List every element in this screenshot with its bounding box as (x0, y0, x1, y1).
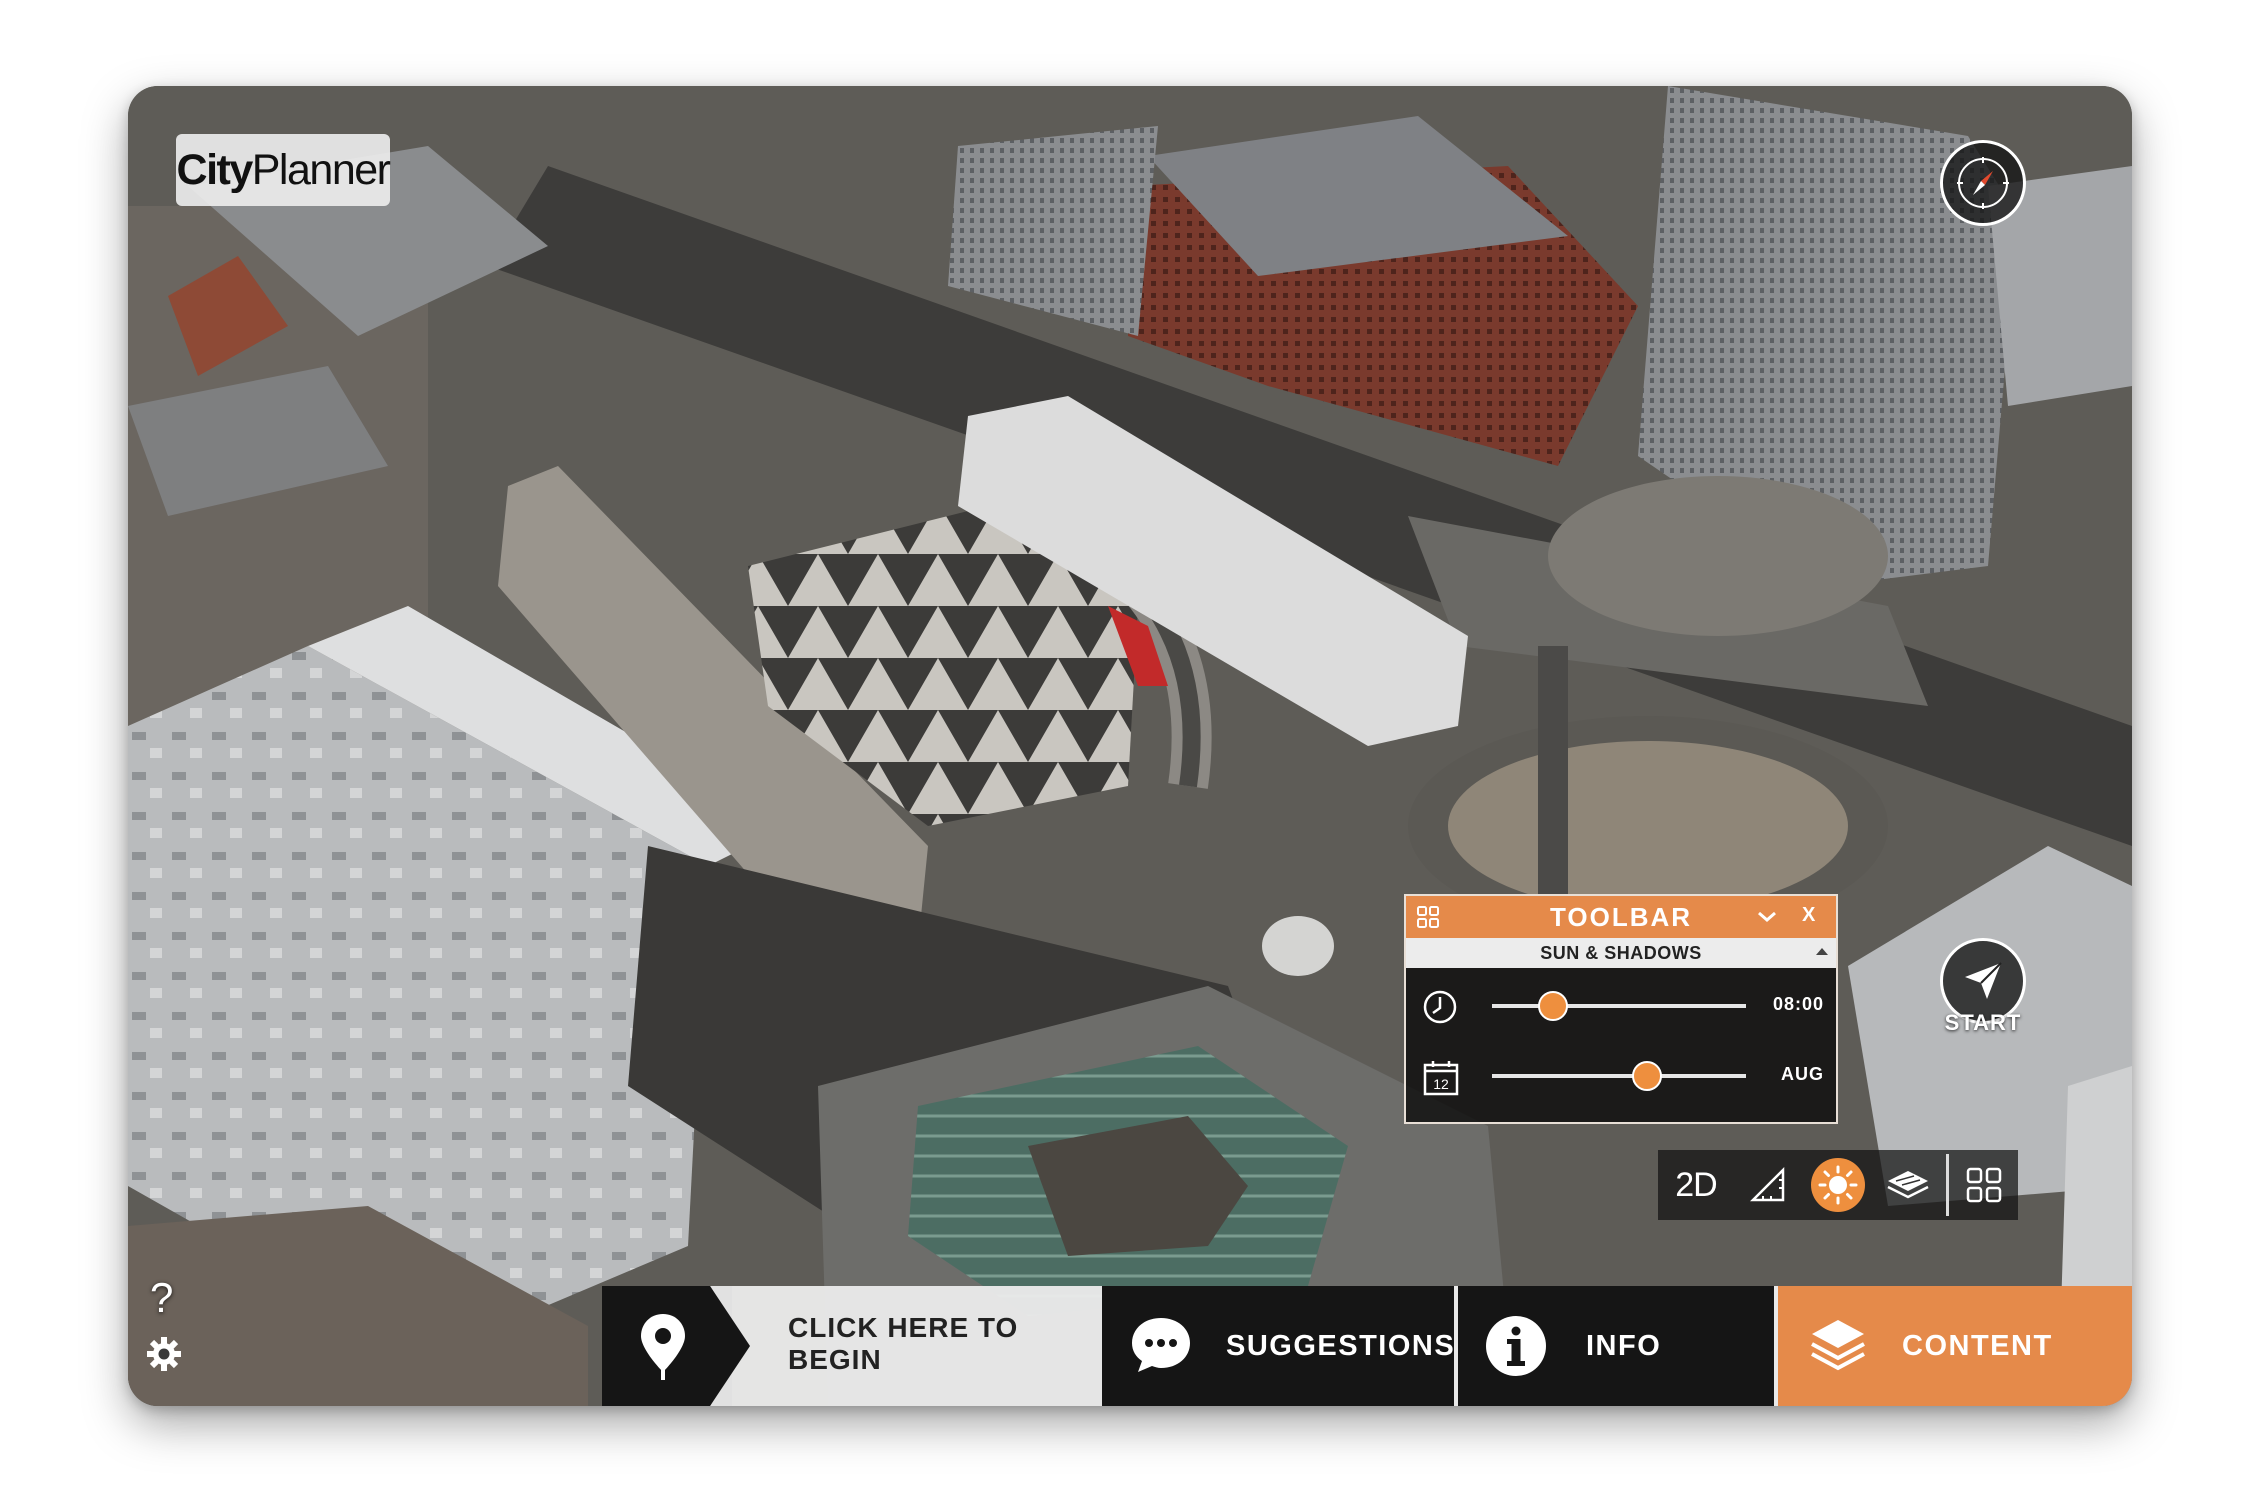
calendar-day: 12 (1433, 1076, 1449, 1092)
logo-bold-text: City (176, 145, 254, 194)
month-value: AUG (1781, 1064, 1824, 1084)
tool-divider (1946, 1154, 1949, 1216)
sun-shadows-button[interactable] (1806, 1150, 1870, 1220)
bottom-action-bar: CLICK HERE TO BEGIN SUGGESTIONS INFO CON… (602, 1286, 2132, 1406)
time-slider-row: 08:00 (1406, 976, 1836, 1036)
compass-icon (1957, 157, 2009, 209)
ruler-icon (1749, 1166, 1785, 1202)
compass-button[interactable] (1940, 140, 2026, 226)
chat-bubble-icon (1132, 1318, 1190, 1372)
content-label: CONTENT (1902, 1330, 2053, 1362)
chevron-down-icon[interactable] (1756, 906, 1778, 928)
time-slider-handle[interactable] (1537, 991, 1568, 1021)
info-icon (1486, 1316, 1546, 1376)
3d-layers-icon (1887, 1171, 1929, 1199)
start-navigation-icon (1965, 962, 2002, 999)
toolbar-section-header[interactable]: SUN & SHADOWS (1406, 938, 1836, 968)
time-value: 08:00 (1772, 994, 1824, 1014)
layers-icon (1811, 1320, 1865, 1371)
map-pin-icon (641, 1314, 685, 1380)
logo-regular-text: Planner (251, 145, 391, 194)
3d-layers-button[interactable] (1876, 1150, 1940, 1220)
toolbar-panel: TOOLBAR X SUN & SHADOWS 08:00 12 AUG (1404, 894, 1838, 1124)
content-button[interactable]: CONTENT (1778, 1286, 2132, 1406)
measure-button[interactable] (1738, 1150, 1798, 1220)
month-slider-handle[interactable] (1631, 1061, 1662, 1091)
gear-icon[interactable] (144, 1334, 184, 1374)
time-slider-track[interactable] (1492, 991, 1746, 1021)
calendar-icon: 12 (1423, 1061, 1459, 1096)
cityplanner-logo: City Planner (176, 134, 391, 206)
info-label: INFO (1586, 1330, 1662, 1362)
toolbar-close-button[interactable]: X (1802, 904, 1815, 927)
suggestions-button[interactable]: SUGGESTIONS (1102, 1286, 1454, 1406)
sun-icon (1818, 1165, 1858, 1205)
help-icon[interactable]: ? (150, 1274, 173, 1322)
info-button[interactable]: INFO (1458, 1286, 1774, 1406)
app-window: City Planner START TOOLBAR X SUN & SHADO… (128, 86, 2132, 1406)
map-tool-row: 2D (1658, 1150, 2018, 1220)
view-mode-2d-button[interactable]: 2D (1666, 1150, 1726, 1220)
toolbar-header[interactable]: TOOLBAR X (1406, 896, 1836, 938)
start-label[interactable]: START (1920, 1010, 2046, 1036)
month-slider-track[interactable] (1492, 1061, 1746, 1091)
suggestions-label: SUGGESTIONS (1226, 1330, 1456, 1362)
begin-label[interactable]: CLICK HERE TO BEGIN (788, 1312, 1088, 1376)
toolbar-toggle-button[interactable] (1954, 1150, 2014, 1220)
toolbar-section-label: SUN & SHADOWS (1540, 943, 1702, 963)
month-slider-row: 12 AUG (1406, 1046, 1836, 1106)
grid-icon (1966, 1167, 2002, 1203)
clock-icon (1423, 990, 1457, 1024)
collapse-caret-icon[interactable] (1816, 948, 1828, 955)
sun-active-indicator (1811, 1158, 1865, 1212)
